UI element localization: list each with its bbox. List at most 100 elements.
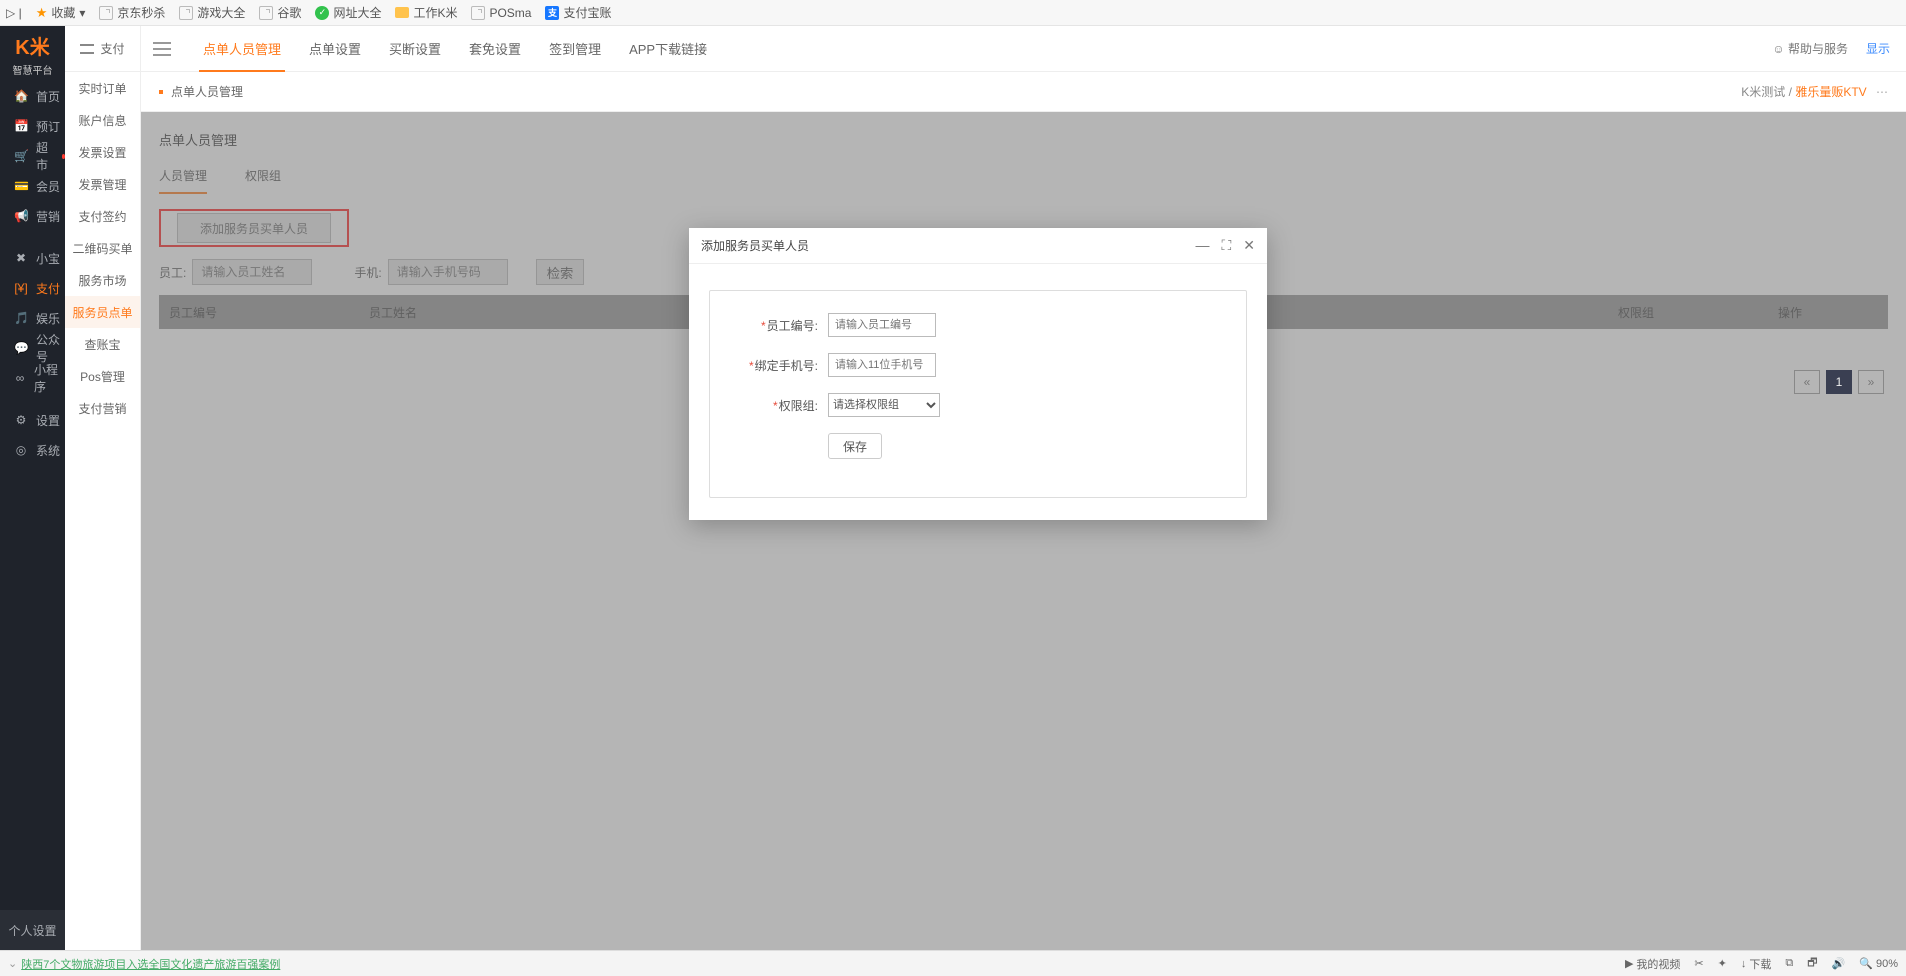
taskbar-screenshot-icon[interactable]: ✂: [1694, 957, 1703, 970]
logo-subtitle: 智慧平台: [13, 62, 53, 77]
top-tabs: 点单人员管理 点单设置 买断设置 套免设置 签到管理 APP下载链接 ☺ 帮助与…: [141, 26, 1906, 72]
wechat-icon: 💬: [14, 341, 28, 355]
app-root: K米 智慧平台 🏠首页 📅预订 🛒超市 💳会员 📢营销 ✖小宝 [¥]支付 🎵娱…: [0, 26, 1906, 950]
my-videos[interactable]: ▶ 我的视频: [1625, 956, 1680, 972]
bookmark-alipay[interactable]: 支支付宝账: [545, 4, 611, 21]
input-phone[interactable]: [828, 353, 936, 377]
cart-icon: 🛒: [14, 149, 28, 163]
taskbar-zoom[interactable]: 🔍 90%: [1859, 957, 1898, 970]
menu-toggle-icon[interactable]: [80, 44, 94, 54]
pay-icon: [¥]: [14, 281, 28, 295]
rail-member[interactable]: 💳会员: [0, 171, 65, 201]
form-box: *员工编号: *绑定手机号: *权限组: 请选择权限组: [709, 290, 1247, 498]
browser-taskbar: ⌄ 陕西7个文物旅游项目入选全国文化遗产旅游百强案例 ▶ 我的视频 ✂ ✦ ↓ …: [0, 950, 1906, 976]
tab-staff-mgr[interactable]: 点单人员管理: [189, 26, 295, 72]
sub-nav-title: 支付: [100, 40, 124, 57]
pagination: « 1 »: [1794, 370, 1884, 394]
crumb-ktv[interactable]: 雅乐量贩KTV: [1795, 85, 1866, 99]
crumb-more-icon[interactable]: ⋯: [1876, 85, 1888, 99]
bookmark-work[interactable]: 工作K米: [395, 4, 457, 21]
bookmark-games[interactable]: 游戏大全: [179, 4, 245, 21]
subnav-service-market[interactable]: 服务市场: [65, 264, 140, 296]
tab-order-set[interactable]: 点单设置: [295, 26, 375, 72]
subnav-invoice-set[interactable]: 发票设置: [65, 136, 140, 168]
taskbar-sound-icon[interactable]: 🔊: [1832, 957, 1846, 970]
rail-wechat[interactable]: 💬公众号: [0, 333, 65, 363]
collapse-icon[interactable]: [153, 42, 171, 56]
tab-buyout[interactable]: 买断设置: [375, 26, 455, 72]
taskbar-star-icon[interactable]: ✦: [1718, 957, 1727, 970]
rail-market[interactable]: 🛒超市: [0, 141, 65, 171]
bookmark-google[interactable]: 谷歌: [259, 4, 301, 21]
sub-nav: 支付 实时订单 账户信息 发票设置 发票管理 支付签约 二维码买单 服务市场 服…: [65, 26, 141, 950]
rail-settings[interactable]: ⚙设置: [0, 405, 65, 435]
taskbar-download[interactable]: ↓ 下载: [1741, 956, 1772, 972]
save-button[interactable]: 保存: [828, 433, 882, 459]
subnav-check[interactable]: 查账宝: [65, 328, 140, 360]
tab-checkin[interactable]: 签到管理: [535, 26, 615, 72]
news-toggle-icon[interactable]: ⌄: [8, 957, 17, 970]
content-wrap: 点单人员管理 人员管理 权限组 添加服务员买单人员 员工: 手机:: [141, 112, 1906, 950]
modal-minimize-icon[interactable]: —: [1195, 237, 1209, 254]
bookmark-favorites[interactable]: ★收藏 ▾: [36, 4, 86, 21]
taskbar-window-icon[interactable]: 🗗: [1807, 954, 1817, 973]
subnav-sign[interactable]: 支付签约: [65, 200, 140, 232]
add-staff-modal: 添加服务员买单人员 — ⛶ ✕ *员工编号: *绑定手机号:: [689, 228, 1267, 520]
logo-text: K米: [15, 31, 49, 60]
rail-home[interactable]: 🏠首页: [0, 81, 65, 111]
bookmark-menu-icon[interactable]: ▷ |: [6, 6, 22, 20]
bookmark-pos[interactable]: POSma: [471, 6, 531, 20]
card-icon: 💳: [14, 179, 28, 193]
logo: K米 智慧平台: [0, 26, 65, 81]
tab-combo[interactable]: 套免设置: [455, 26, 535, 72]
subnav-account[interactable]: 账户信息: [65, 104, 140, 136]
show-link[interactable]: 显示: [1866, 40, 1890, 57]
rail-entertainment[interactable]: 🎵娱乐: [0, 303, 65, 333]
modal-body: *员工编号: *绑定手机号: *权限组: 请选择权限组: [689, 264, 1267, 520]
subnav-pay-marketing[interactable]: 支付营销: [65, 392, 140, 424]
rail-personal-settings[interactable]: 个人设置: [0, 910, 65, 950]
infinity-icon: ∞: [14, 371, 26, 385]
browser-bookmark-bar: ▷ | ★收藏 ▾ 京东秒杀 游戏大全 谷歌 ✓网址大全 工作K米 POSma …: [0, 0, 1906, 26]
modal-header: 添加服务员买单人员 — ⛶ ✕: [689, 228, 1267, 264]
subnav-pos[interactable]: Pos管理: [65, 360, 140, 392]
rail-system[interactable]: ◎系统: [0, 435, 65, 465]
label-phone: *绑定手机号:: [740, 357, 818, 374]
news-link[interactable]: 陕西7个文物旅游项目入选全国文化遗产旅游百强案例: [21, 956, 280, 972]
taskbar-pip-icon[interactable]: ⧉: [1785, 957, 1793, 970]
rail-booking[interactable]: 📅预订: [0, 111, 65, 141]
bookmark-jd[interactable]: 京东秒杀: [99, 4, 165, 21]
page-next[interactable]: »: [1858, 370, 1884, 394]
calendar-icon: 📅: [14, 119, 28, 133]
crumb-title: 点单人员管理: [171, 83, 243, 100]
modal-title: 添加服务员买单人员: [701, 237, 809, 254]
subnav-invoice-mgr[interactable]: 发票管理: [65, 168, 140, 200]
megaphone-icon: 📢: [14, 209, 28, 223]
main-area: 点单人员管理 点单设置 买断设置 套免设置 签到管理 APP下载链接 ☺ 帮助与…: [141, 26, 1906, 950]
modal-maximize-icon[interactable]: ⛶: [1221, 237, 1231, 254]
label-perm: *权限组:: [740, 397, 818, 414]
rail-marketing[interactable]: 📢营销: [0, 201, 65, 231]
breadcrumb: 点单人员管理 K米测试 / 雅乐量贩KTV ⋯: [141, 72, 1906, 112]
music-icon: 🎵: [14, 311, 28, 325]
input-staff-id[interactable]: [828, 313, 936, 337]
home-icon: 🏠: [14, 89, 28, 103]
subnav-qr[interactable]: 二维码买单: [65, 232, 140, 264]
subnav-waiter-order[interactable]: 服务员点单: [65, 296, 140, 328]
sub-nav-header: 支付: [65, 26, 140, 72]
x-icon: ✖: [14, 251, 28, 265]
tab-app-download[interactable]: APP下载链接: [615, 26, 721, 72]
modal-close-icon[interactable]: ✕: [1243, 237, 1255, 254]
subnav-orders[interactable]: 实时订单: [65, 72, 140, 104]
help-link[interactable]: ☺ 帮助与服务: [1772, 40, 1848, 57]
rail-miniapp[interactable]: ∞小程序: [0, 363, 65, 393]
page-1[interactable]: 1: [1826, 370, 1852, 394]
left-rail: K米 智慧平台 🏠首页 📅预订 🛒超市 💳会员 📢营销 ✖小宝 [¥]支付 🎵娱…: [0, 26, 65, 950]
bookmark-urls[interactable]: ✓网址大全: [315, 4, 381, 21]
label-staff-id: *员工编号:: [740, 317, 818, 334]
select-perm[interactable]: 请选择权限组: [828, 393, 940, 417]
rail-payment[interactable]: [¥]支付: [0, 273, 65, 303]
page-prev[interactable]: «: [1794, 370, 1820, 394]
gear-icon: ⚙: [14, 413, 28, 427]
rail-xiaobao[interactable]: ✖小宝: [0, 243, 65, 273]
